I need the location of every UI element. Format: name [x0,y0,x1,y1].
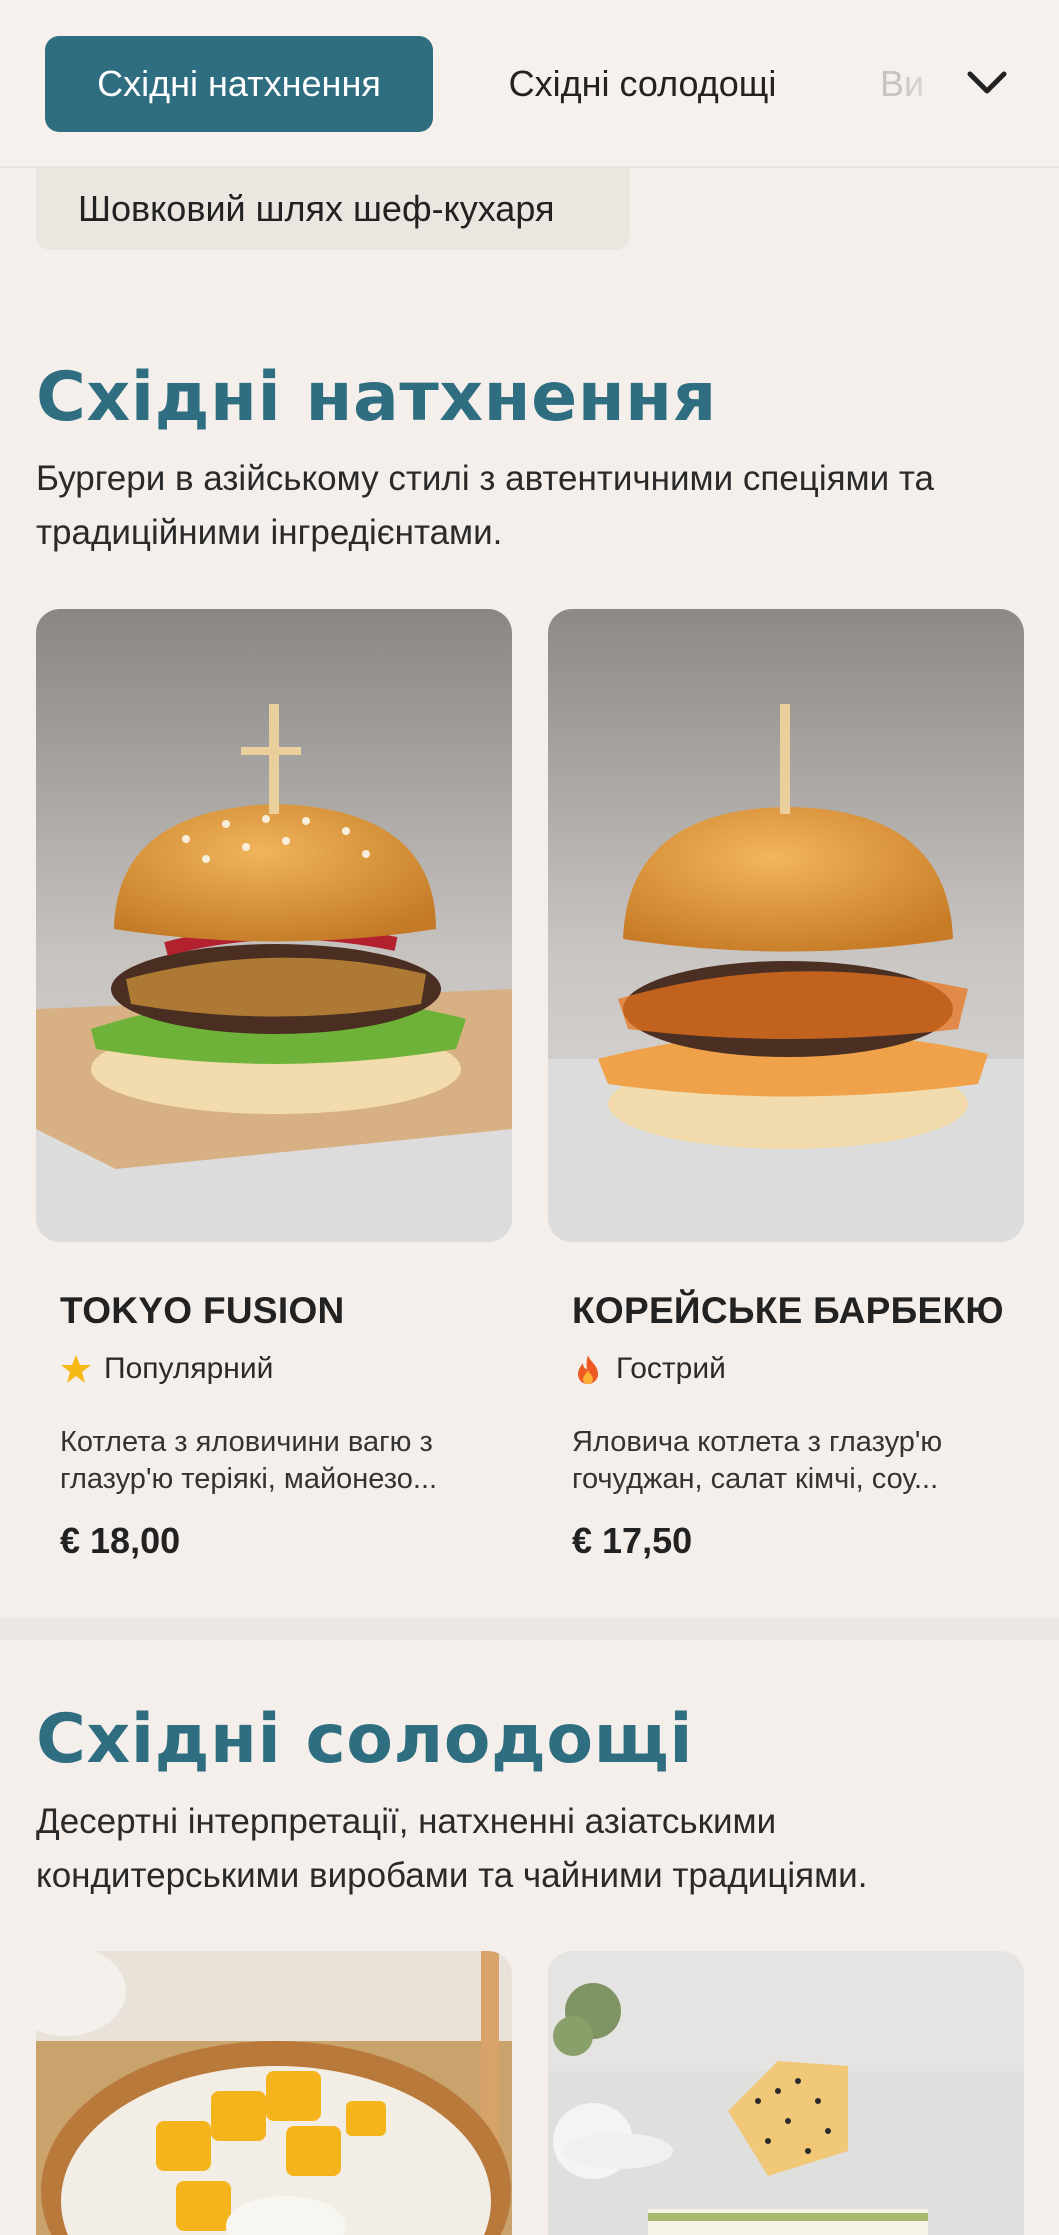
item-description: Яловича котлета з глазур'ю гочуджан, сал… [572,1426,943,1495]
item-tag-label: Популярний [104,1352,274,1385]
section-description: Десертні інтерпретації, натхненні азіатс… [36,1802,868,1895]
star-icon [61,1355,91,1383]
section-title: Східні солодощі [36,1700,694,1779]
chevron-down-icon[interactable] [962,58,1012,108]
section-description: Бургери в азійському стилі з автентичним… [36,459,934,552]
section-title: Східні натхнення [36,358,717,437]
item-price: € 18,00 [60,1520,181,1561]
item-description: Котлета з яловичини вагю з глазур'ю тері… [60,1426,438,1495]
item-tag: Популярний [60,1352,536,1386]
fire-icon [578,1355,598,1384]
tab-eastern-sweets[interactable]: Східні солодощі [470,36,815,132]
tab-eastern-inspirations[interactable]: Східні натхнення [45,36,433,132]
item-name: КОРЕЙСЬКЕ БАРБЕКЮ [572,1290,1004,1331]
dessert-photo[interactable] [36,1951,512,2235]
menu-item-card[interactable]: TOKYO FUSION Популярний Котлета з ялович… [60,1290,536,1562]
burger-photo[interactable] [36,609,512,1242]
category-nav: Східні натхнення Східні солодощі Ви [0,0,1059,168]
menu-item-card[interactable]: КОРЕЙСЬКЕ БАРБЕКЮ Гострий Яловича котлет… [572,1290,1048,1562]
burger-photo[interactable] [548,609,1024,1242]
section-divider [0,1618,1059,1640]
subcategory-tab[interactable]: Шовковий шлях шеф-кухаря [36,168,630,250]
item-tag: Гострий [572,1352,1048,1386]
item-tag-label: Гострий [616,1352,726,1385]
item-price: € 17,50 [572,1520,693,1561]
item-name: TOKYO FUSION [60,1290,345,1331]
dessert-photo[interactable] [548,1951,1024,2235]
